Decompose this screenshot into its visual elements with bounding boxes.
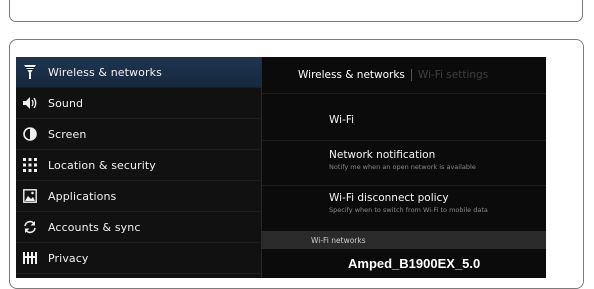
sync-icon <box>22 219 38 235</box>
breadcrumb-separator <box>410 69 412 81</box>
pref-network-notification[interactable]: Network notification Notify me when an o… <box>329 149 546 171</box>
settings-sidebar: Wireless & networks Sound Screen Locatio… <box>16 57 261 278</box>
pref-summary: Notify me when an open network is availa… <box>329 163 476 171</box>
applications-icon <box>22 188 38 204</box>
sidebar-item-location-security[interactable]: Location & security <box>16 150 261 181</box>
wifi-antenna-icon <box>22 64 38 80</box>
sidebar-item-label: Applications <box>48 189 117 203</box>
pref-wifi-disconnect-policy[interactable]: Wi-Fi disconnect policy Specify when to … <box>329 192 546 214</box>
sidebar-item-label: Privacy <box>48 251 89 265</box>
sidebar-item-applications[interactable]: Applications <box>16 181 261 212</box>
privacy-icon <box>22 250 38 266</box>
header-divider <box>262 93 546 94</box>
sidebar-item-label: Wireless & networks <box>48 65 162 79</box>
wifi-networks-section-header: Wi-Fi networks <box>262 231 546 249</box>
pref-title: Wi-Fi <box>329 114 355 126</box>
location-grid-icon <box>22 157 38 173</box>
breadcrumb-current[interactable]: Wireless & networks <box>298 69 405 81</box>
sidebar-item-label: Location & security <box>48 158 156 172</box>
pref-title: Wi-Fi disconnect policy <box>329 192 449 204</box>
sidebar-item-label: Screen <box>48 127 87 141</box>
top-panel-frame <box>9 0 583 22</box>
sidebar-item-sound[interactable]: Sound <box>16 88 261 119</box>
sidebar-item-wireless-networks[interactable]: Wireless & networks <box>16 57 261 88</box>
speaker-icon <box>22 95 38 111</box>
network-name: Amped_B1900EX_5.0 <box>348 256 481 271</box>
sidebar-item-accounts-sync[interactable]: Accounts & sync <box>16 212 261 243</box>
row-divider <box>262 140 546 141</box>
breadcrumb-sub: Wi-Fi settings <box>417 69 489 81</box>
settings-content-pane: Wireless & networks Wi-Fi settings Wi-Fi … <box>262 57 546 278</box>
sidebar-item-label: Sound <box>48 96 84 110</box>
brightness-icon <box>22 126 38 142</box>
pref-title: Network notification <box>329 149 436 161</box>
sidebar-item-screen[interactable]: Screen <box>16 119 261 150</box>
row-divider <box>262 185 546 186</box>
pref-summary: Specify when to switch from Wi-Fi to mob… <box>329 206 488 214</box>
sidebar-item-privacy[interactable]: Privacy <box>16 243 261 274</box>
sidebar-item-label: Accounts & sync <box>48 220 141 234</box>
pref-wifi[interactable]: Wi-Fi <box>329 114 546 126</box>
breadcrumb: Wireless & networks Wi-Fi settings <box>298 69 488 81</box>
settings-screen: Wireless & networks Sound Screen Locatio… <box>16 57 546 278</box>
wifi-network-item[interactable]: Amped_B1900EX_5.0 <box>262 249 546 278</box>
